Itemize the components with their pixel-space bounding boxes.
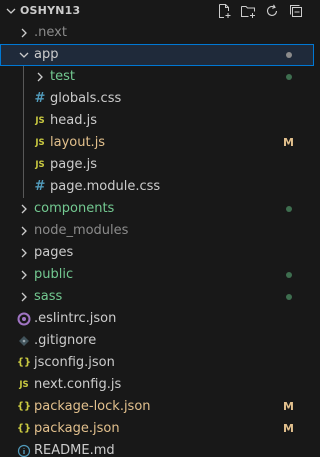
tree-file-row[interactable]: # globals.css: [0, 88, 314, 110]
file-label: package.json: [34, 421, 120, 436]
file-label: README.md: [34, 443, 115, 457]
tree-file-row[interactable]: {} jsconfig.json: [0, 352, 314, 374]
chevron-right-icon[interactable]: [16, 289, 32, 305]
tree-file-row[interactable]: {} package-lock.json M: [0, 396, 314, 418]
chevron-right-icon[interactable]: [16, 25, 32, 41]
chevron-right-icon[interactable]: [16, 267, 32, 283]
new-file-icon[interactable]: [216, 3, 232, 19]
chevron-down-icon[interactable]: [3, 3, 19, 19]
folder-label: node_modules: [34, 223, 129, 238]
file-tree: .next app test # globals.css JS head.js JS layou…: [0, 22, 314, 457]
json-file-icon: {}: [16, 401, 32, 412]
tree-file-row[interactable]: JS layout.js M: [0, 132, 314, 154]
tree-file-row[interactable]: README.md: [0, 440, 314, 457]
json-file-icon: {}: [16, 357, 32, 368]
folder-label: .next: [34, 25, 67, 40]
file-label: page.js: [50, 157, 97, 172]
collapse-all-icon[interactable]: [288, 3, 304, 19]
tree-file-row[interactable]: JS page.js: [0, 154, 314, 176]
tree-folder-row[interactable]: sass: [0, 286, 314, 308]
workspace-title: OSHYN13: [20, 4, 81, 17]
folder-label: sass: [34, 289, 63, 304]
indent-guide: [23, 176, 24, 198]
tree-folder-row[interactable]: app: [0, 44, 314, 66]
git-status-dot: [286, 294, 292, 300]
file-label: next.config.js: [34, 377, 122, 392]
folder-label: app: [34, 47, 59, 62]
explorer-section-header[interactable]: OSHYN13: [0, 0, 314, 22]
file-label: head.js: [50, 113, 97, 128]
eslint-file-icon: [16, 311, 32, 327]
indent-guide: [23, 154, 24, 176]
chevron-right-icon[interactable]: [16, 201, 32, 217]
git-modified-badge: M: [283, 136, 294, 149]
indent-guide: [23, 110, 24, 132]
git-modified-badge: M: [283, 400, 294, 413]
javascript-file-icon: JS: [35, 160, 45, 170]
tree-file-row[interactable]: # page.module.css: [0, 176, 314, 198]
file-label: jsconfig.json: [34, 355, 115, 370]
refresh-icon[interactable]: [264, 3, 280, 19]
file-label: layout.js: [50, 135, 106, 150]
chevron-right-icon[interactable]: [16, 245, 32, 261]
tree-file-row[interactable]: .eslintrc.json: [0, 308, 314, 330]
json-file-icon: {}: [16, 423, 32, 434]
javascript-file-icon: JS: [35, 116, 45, 126]
chevron-right-icon[interactable]: [32, 69, 48, 85]
tree-file-row[interactable]: JS next.config.js: [0, 374, 314, 396]
javascript-file-icon: JS: [19, 380, 29, 390]
folder-label: public: [34, 267, 74, 282]
file-label: .gitignore: [34, 333, 97, 348]
javascript-file-icon: JS: [35, 138, 45, 148]
new-folder-icon[interactable]: [240, 3, 256, 19]
tree-file-row[interactable]: {} package.json M: [0, 418, 314, 440]
tree-folder-row[interactable]: pages: [0, 242, 314, 264]
file-label: package-lock.json: [34, 399, 151, 414]
git-status-dot: [286, 206, 292, 212]
chevron-down-icon[interactable]: [16, 47, 32, 63]
css-file-icon: #: [34, 179, 46, 194]
tree-folder-row[interactable]: public: [0, 264, 314, 286]
tree-folder-row[interactable]: test: [0, 66, 314, 88]
indent-guide: [23, 66, 24, 88]
tree-folder-row[interactable]: node_modules: [0, 220, 314, 242]
indent-guide: [23, 132, 24, 154]
file-label: .eslintrc.json: [34, 311, 117, 326]
file-explorer: OSHYN13 .next app test # globals.css JS head.j…: [0, 0, 314, 457]
file-label: globals.css: [50, 91, 122, 106]
info-icon: [16, 443, 32, 457]
file-label: page.module.css: [50, 179, 161, 194]
folder-label: test: [50, 69, 75, 84]
git-status-dot: [286, 272, 292, 278]
folder-label: pages: [34, 245, 74, 260]
css-file-icon: #: [34, 91, 46, 106]
chevron-right-icon[interactable]: [16, 223, 32, 239]
git-status-dot: [286, 74, 292, 80]
git-status-dot: [286, 52, 292, 58]
tree-folder-row[interactable]: .next: [0, 22, 314, 44]
tree-folder-row[interactable]: components: [0, 198, 314, 220]
tree-file-row[interactable]: .gitignore: [0, 330, 314, 352]
folder-label: components: [34, 201, 115, 216]
git-modified-badge: M: [283, 422, 294, 435]
indent-guide: [23, 88, 24, 110]
gitignore-file-icon: [16, 333, 32, 349]
tree-file-row[interactable]: JS head.js: [0, 110, 314, 132]
